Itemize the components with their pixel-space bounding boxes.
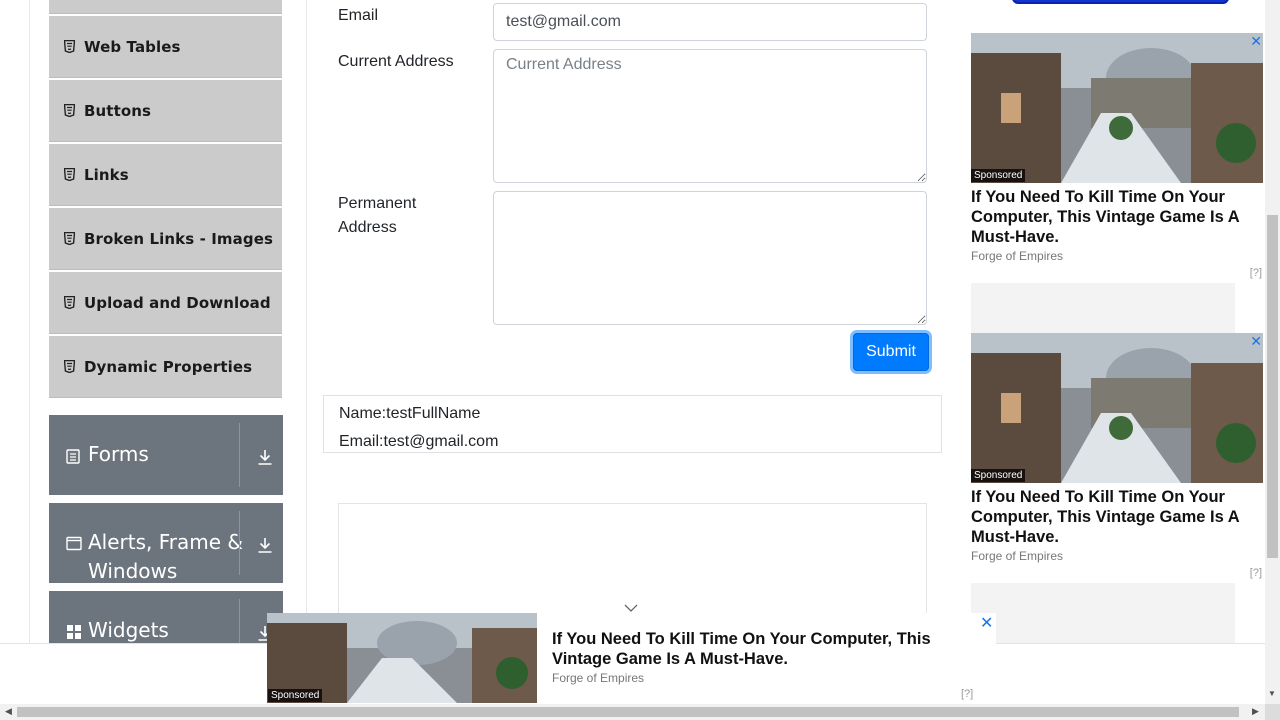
right-ad-column: Sponsored ✕ If You Need To Kill Time On … [957, 0, 1265, 643]
ad-title[interactable]: If You Need To Kill Time On Your Compute… [552, 629, 987, 669]
ad-title[interactable]: If You Need To Kill Time On Your Compute… [971, 487, 1241, 547]
scroll-right-arrow-icon[interactable]: ▶ [1252, 706, 1259, 717]
bottom-ad[interactable]: Sponsored If You Need To Kill Time On Yo… [267, 613, 996, 703]
sidebar-item-label: Links [84, 165, 129, 184]
html5-icon [63, 232, 75, 245]
sidebar-item-previous[interactable] [49, 0, 282, 14]
close-icon[interactable]: ✕ [1250, 333, 1262, 350]
sidebar-item-label: Buttons [84, 101, 152, 120]
ad-spacer [971, 583, 1235, 643]
ad-image[interactable] [971, 33, 1263, 183]
sidebar-item-links[interactable]: Links [49, 144, 282, 206]
permanent-address-textarea[interactable] [493, 191, 927, 325]
sidebar-item-web-tables[interactable]: Web Tables [49, 16, 282, 78]
html5-icon [63, 40, 75, 53]
scroll-left-arrow-icon[interactable]: ◀ [5, 706, 12, 717]
group-label: Forms [88, 442, 149, 466]
group-label: Alerts, Frame & [88, 530, 244, 554]
scrollbar-thumb[interactable] [17, 707, 1239, 717]
ad-info-icon[interactable]: [?] [1250, 567, 1262, 579]
window-icon [66, 536, 82, 552]
current-address-label: Current Address [338, 53, 454, 70]
ad-source[interactable]: Forge of Empires [971, 249, 1063, 263]
divider [239, 511, 240, 575]
ad-source[interactable]: Forge of Empires [552, 671, 644, 685]
submit-button[interactable]: Submit [853, 333, 929, 371]
ad-image[interactable] [971, 333, 1263, 483]
sponsored-badge: Sponsored [971, 169, 1026, 182]
chevron-down-icon[interactable] [624, 600, 638, 612]
horizontal-scrollbar[interactable]: ◀ ▶ [0, 704, 1265, 720]
html5-icon [63, 360, 75, 373]
permanent-address-label: Permanent [338, 195, 417, 212]
group-label-line2: Windows [88, 559, 178, 583]
ad-source[interactable]: Forge of Empires [971, 549, 1063, 563]
email-label: Email [338, 7, 379, 24]
download-arrow-icon[interactable] [256, 448, 274, 466]
scrollbar-thumb[interactable] [1267, 215, 1278, 558]
sponsored-badge: Sponsored [268, 689, 323, 702]
group-forms[interactable]: Forms [49, 415, 283, 495]
close-icon[interactable]: ✕ [980, 613, 993, 633]
sidebar-item-label: Upload and Download [84, 293, 271, 312]
sidebar-item-dynamic-properties[interactable]: Dynamic Properties [49, 336, 282, 398]
group-widgets[interactable]: Widgets [49, 591, 283, 643]
html5-icon [63, 168, 75, 181]
divider [239, 423, 240, 487]
group-label: Widgets [88, 618, 169, 642]
html5-icon [63, 104, 75, 117]
ad-title[interactable]: If You Need To Kill Time On Your Compute… [971, 187, 1241, 247]
left-margin [0, 0, 30, 643]
sidebar-item-label: Broken Links - Images [84, 229, 274, 248]
sidebar-item-upload-download[interactable]: Upload and Download [49, 272, 282, 334]
sidebar-item-label: Dynamic Properties [84, 357, 253, 376]
sidebar-item-broken-links[interactable]: Broken Links - Images [49, 208, 282, 270]
sponsored-badge: Sponsored [971, 469, 1026, 482]
output-email: Email:test@gmail.com [339, 433, 499, 450]
output-name: Name:testFullName [339, 405, 481, 422]
close-icon[interactable]: ✕ [1250, 33, 1262, 50]
html5-icon [63, 296, 75, 309]
email-field[interactable] [493, 3, 927, 41]
clipboard-icon [66, 448, 82, 464]
vertical-scrollbar[interactable]: ▼ [1265, 0, 1280, 704]
group-alerts-frame-windows[interactable]: Alerts, Frame & Windows [49, 503, 283, 583]
scroll-down-arrow-icon[interactable]: ▼ [1268, 689, 1276, 698]
ad-info-icon[interactable]: [?] [1250, 267, 1262, 279]
permanent-address-label-line2: Address [338, 219, 397, 236]
sidebar-item-buttons[interactable]: Buttons [49, 80, 282, 142]
ad-spacer [971, 283, 1235, 333]
ad-card[interactable]: Sponsored ✕ If You Need To Kill Time On … [971, 33, 1263, 283]
widgets-grid-icon [66, 624, 82, 640]
output-box: Name:testFullName Email:test@gmail.com [323, 395, 942, 453]
divider [239, 599, 240, 643]
current-address-textarea[interactable] [493, 49, 927, 183]
ad-card[interactable]: Sponsored ✕ If You Need To Kill Time On … [971, 333, 1263, 583]
ad-info-icon[interactable]: [?] [961, 688, 973, 700]
ad-button-edge[interactable] [1012, 0, 1229, 4]
scrollbar-corner [1265, 704, 1280, 720]
main-content: Email Current Address Permanent Address … [306, 0, 956, 643]
sidebar-item-label: Web Tables [84, 37, 181, 56]
download-arrow-icon[interactable] [256, 536, 274, 554]
